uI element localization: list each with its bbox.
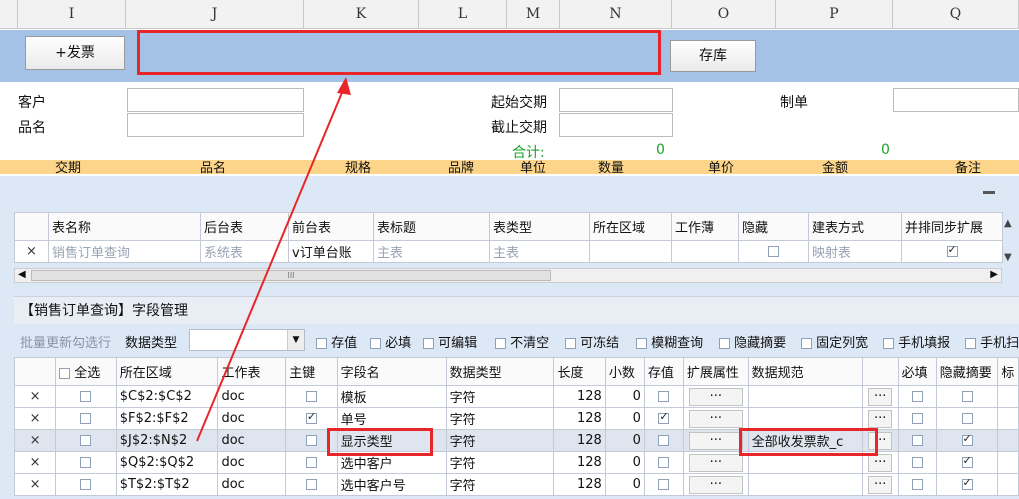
annotation-arrow [196, 77, 351, 442]
